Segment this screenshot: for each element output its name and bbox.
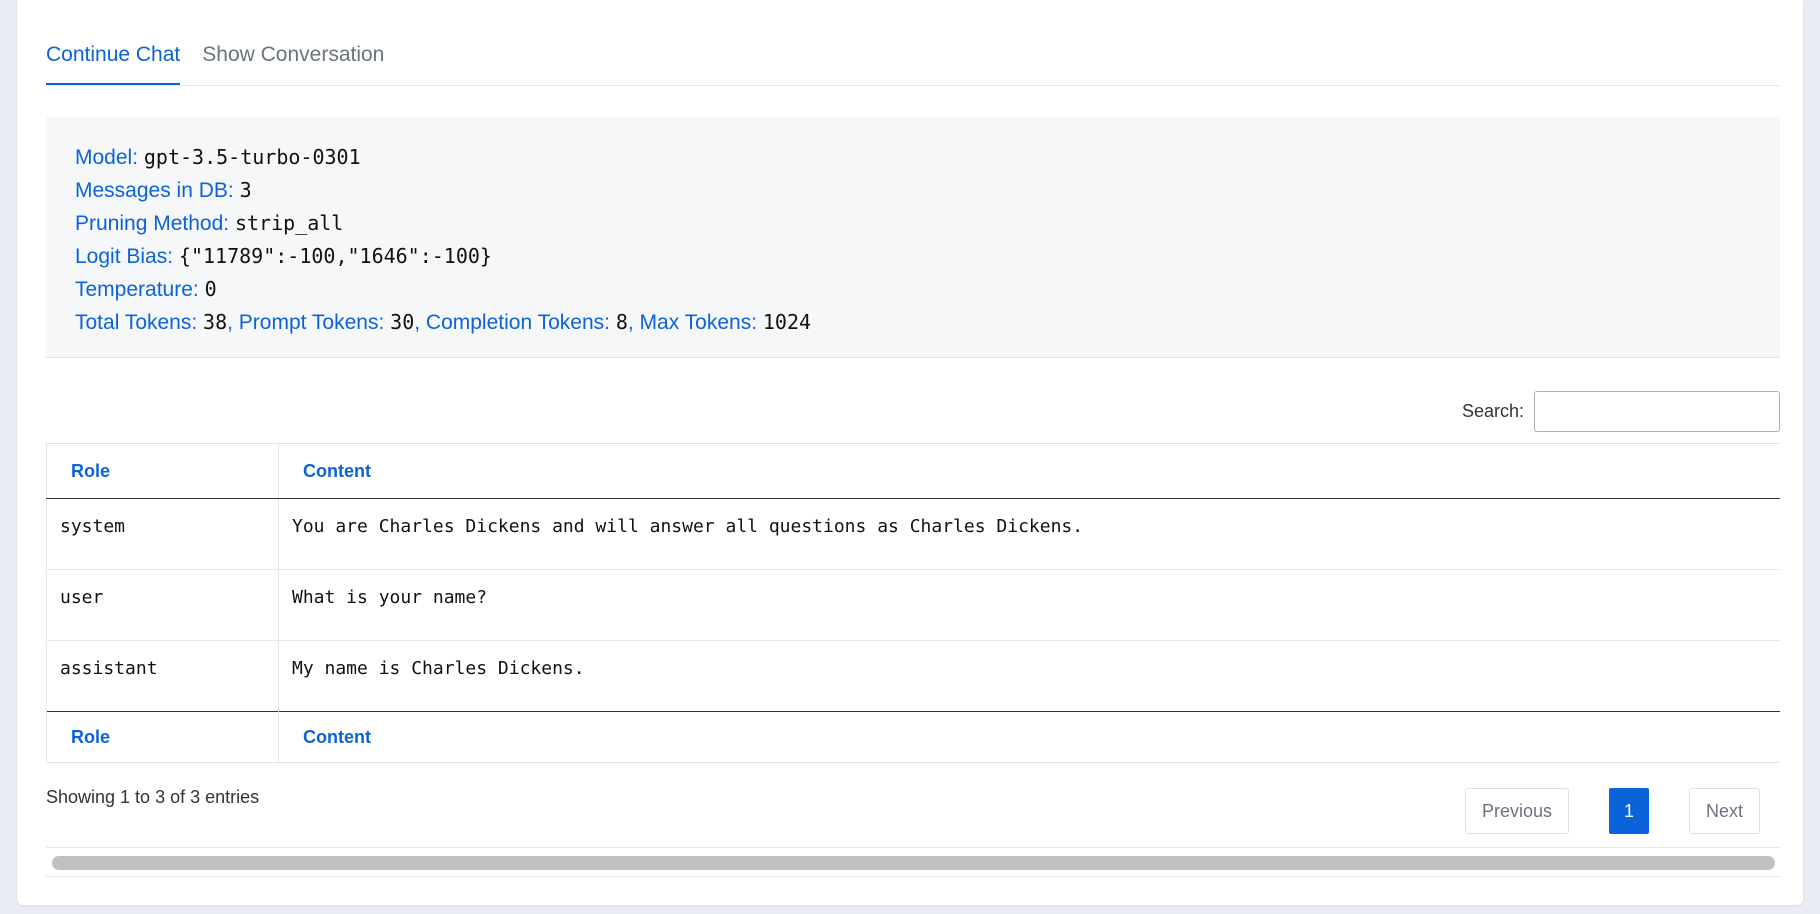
max-tokens-label: , Max Tokens: (627, 311, 758, 334)
pruning-line: Pruning Method: strip_all (75, 207, 1751, 240)
total-tokens-value: 38 (203, 310, 228, 334)
horizontal-scrollbar[interactable] (46, 847, 1780, 877)
prompt-tokens-label: , Prompt Tokens: (227, 311, 385, 334)
pruning-label: Pruning Method: (75, 212, 230, 235)
content-cell: My name is Charles Dickens. (292, 658, 585, 679)
table-footer-row: Role Content (46, 711, 1780, 763)
model-value: gpt-3.5-turbo-0301 (143, 145, 361, 169)
table-info: Showing 1 to 3 of 3 entries (46, 787, 260, 807)
chat-card: Continue Chat Show Conversation Model: g… (17, 0, 1803, 905)
search-input[interactable] (1534, 391, 1780, 432)
content-cell: You are Charles Dickens and will answer … (278, 498, 1780, 570)
conversation-info-panel: Model: gpt-3.5-turbo-0301 Messages in DB… (46, 117, 1780, 358)
logit-bias-line: Logit Bias: {"11789":-100,"1646":-100} (75, 240, 1751, 273)
messages-line: Messages in DB: 3 (75, 174, 1751, 207)
temperature-value: 0 (204, 277, 217, 301)
logit-bias-label: Logit Bias: (75, 245, 174, 268)
content-column-footer: Content (278, 711, 1780, 763)
logit-bias-value: {"11789":-100,"1646":-100} (178, 244, 492, 268)
table-header-row: Role Content (46, 443, 1780, 499)
content-column-header[interactable]: Content (278, 443, 1780, 499)
table-row: assistant My name is Charles Dickens. (46, 640, 1781, 712)
next-button[interactable]: Next (1688, 788, 1760, 834)
model-line: Model: gpt-3.5-turbo-0301 (75, 141, 1751, 174)
completion-tokens-value: 8 (615, 310, 628, 334)
messages-value: 3 (239, 178, 252, 202)
pagination: Previous 1 Next (1464, 788, 1760, 834)
role-column-header[interactable]: Role (46, 443, 279, 499)
tab-continue-chat[interactable]: Continue Chat (46, 43, 181, 85)
role-cell: user (46, 569, 279, 641)
role-column-footer: Role (46, 711, 279, 763)
tab-show-conversation[interactable]: Show Conversation (202, 43, 384, 85)
role-cell: assistant (46, 640, 279, 712)
content-cell: What is your name? (278, 569, 1780, 641)
role-cell: system (46, 498, 279, 570)
temperature-line: Temperature: 0 (75, 273, 1751, 306)
search-label: Search: (1461, 401, 1524, 421)
model-label: Model: (75, 146, 139, 169)
tokens-line: Total Tokens: 38, Prompt Tokens: 30, Com… (75, 306, 1751, 339)
previous-button[interactable]: Previous (1464, 788, 1569, 834)
completion-tokens-label: , Completion Tokens: (414, 311, 610, 334)
pruning-value: strip_all (234, 211, 344, 235)
total-tokens-label: Total Tokens: (75, 311, 198, 334)
prompt-tokens-value: 30 (390, 310, 415, 334)
max-tokens-value: 1024 (762, 310, 812, 334)
messages-table: Role Content system You are Charles Dick… (46, 443, 1780, 763)
card-inner: Continue Chat Show Conversation Model: g… (46, 0, 1780, 877)
page-1-button[interactable]: 1 (1608, 788, 1649, 834)
scrollbar-thumb[interactable] (52, 856, 1775, 870)
table-row: user What is your name? (46, 569, 1780, 641)
search-box: Search: (1462, 391, 1780, 432)
tab-bar: Continue Chat Show Conversation (46, 0, 1780, 86)
temperature-label: Temperature: (75, 278, 199, 301)
table-row: system You are Charles Dickens and will … (46, 498, 1780, 570)
messages-label: Messages in DB: (75, 179, 234, 202)
